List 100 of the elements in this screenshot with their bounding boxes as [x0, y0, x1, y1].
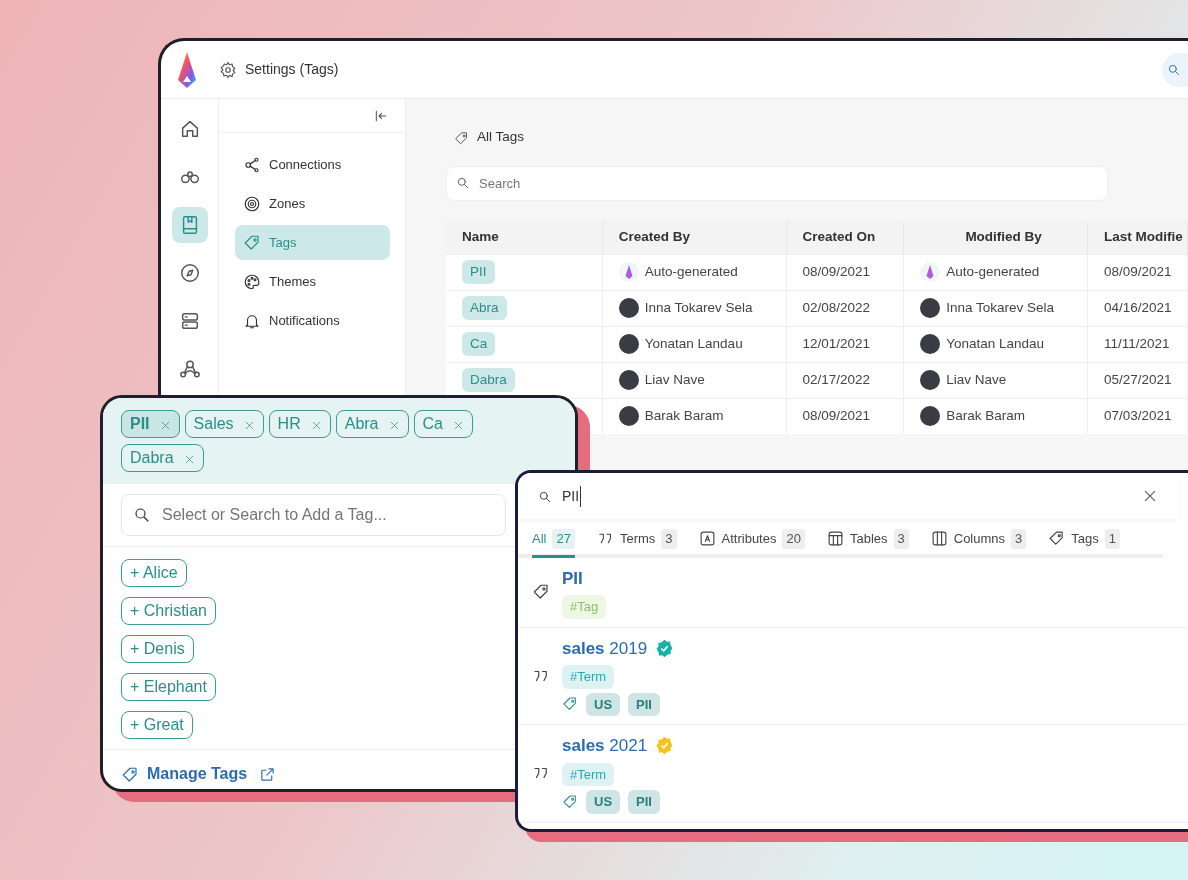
avatar — [618, 406, 639, 427]
tag-chip[interactable]: Sales — [184, 410, 264, 438]
column-header: Name — [446, 221, 603, 254]
tag-chip[interactable]: HR — [268, 410, 331, 438]
date-cell: 11/11/2021 — [1087, 326, 1188, 362]
tag-icon — [562, 696, 578, 713]
search-icon — [538, 489, 552, 504]
tag-chip[interactable]: Abra — [462, 295, 507, 321]
avatar — [920, 370, 941, 391]
person-name: Inna Tokarev Sela — [644, 299, 753, 315]
filter-tab[interactable]: Attributes 20 — [698, 525, 805, 558]
date-cell: 02/17/2022 — [786, 362, 904, 398]
manage-tags-link[interactable]: Manage Tags — [147, 762, 248, 786]
filter-tab[interactable]: Tables 3 — [826, 525, 909, 558]
person-name: Yonatan Landau — [644, 335, 743, 351]
person-name: Liav Nave — [946, 371, 1007, 387]
result-title[interactable]: sales 2021 — [562, 733, 648, 759]
tag-icon — [1048, 530, 1066, 548]
columns-icon — [930, 530, 948, 548]
close-icon — [183, 453, 195, 465]
nav-item[interactable]: Themes — [235, 264, 390, 299]
add-tag-button[interactable]: + Christian — [121, 597, 216, 625]
filter-tab[interactable]: Terms 3 — [596, 525, 677, 558]
result-title[interactable]: PII — [562, 565, 583, 591]
date-cell: 08/09/2021 — [1087, 254, 1188, 290]
add-tag-button[interactable]: + Great — [121, 711, 193, 739]
close-icon — [1142, 488, 1158, 504]
person-name: Inna Tokarev Sela — [946, 299, 1055, 315]
filter-tab[interactable]: Columns 3 — [930, 525, 1027, 558]
person-name: Barak Baram — [946, 408, 1026, 424]
type-label: #Term — [562, 665, 615, 689]
type-label: #Term — [562, 762, 615, 786]
tag-chip[interactable]: PII — [121, 410, 180, 438]
tag-chip[interactable]: PII — [628, 790, 660, 814]
avatar — [618, 334, 639, 355]
close-icon — [310, 419, 322, 431]
nav-item[interactable]: Notifications — [235, 303, 390, 338]
section-heading: All Tags — [477, 128, 525, 147]
add-tag-button[interactable]: + Alice — [121, 559, 187, 587]
avatar — [618, 370, 639, 391]
tag-chip[interactable]: US — [586, 790, 621, 814]
nodes-icon — [243, 155, 261, 174]
search-icon — [456, 176, 470, 190]
nav-item[interactable]: Tags — [235, 225, 390, 260]
search-icon — [133, 506, 151, 524]
query-text: PII — [562, 485, 582, 507]
external-link-icon — [259, 766, 277, 784]
filter-tab[interactable]: Tags 1 — [1048, 525, 1120, 558]
nav-item[interactable]: Connections — [235, 147, 390, 182]
tag-icon — [532, 583, 550, 601]
tag-icon — [121, 765, 139, 784]
logo-icon — [177, 51, 197, 88]
page-title: Settings (Tags) — [245, 60, 339, 79]
palette-icon — [243, 272, 261, 291]
close-icon — [452, 419, 464, 431]
date-cell: 08/09/2021 — [786, 254, 904, 290]
tag-chip[interactable]: PII — [628, 692, 660, 716]
date-cell: 04/16/2021 — [1087, 290, 1188, 326]
nav-item[interactable]: Zones — [235, 186, 390, 221]
settings-icon — [219, 61, 237, 80]
target-icon — [243, 194, 261, 213]
close-icon — [243, 419, 255, 431]
search-field[interactable]: PII — [518, 473, 1178, 519]
tag-search-field[interactable]: Select or Search to Add a Tag... — [121, 494, 506, 536]
person-name: Liav Nave — [644, 371, 705, 387]
add-tag-button[interactable]: + Elephant — [121, 673, 216, 701]
date-cell: 08/09/2021 — [786, 398, 904, 434]
tag-chip[interactable]: Dabra — [462, 367, 515, 393]
tag-chip[interactable]: Abra — [335, 410, 409, 438]
add-tag-button[interactable]: + Denis — [121, 635, 194, 663]
tag-chip[interactable]: US — [586, 692, 621, 716]
avatar — [920, 298, 941, 319]
tag-chip[interactable]: Ca — [462, 331, 496, 357]
compass-icon — [178, 262, 201, 284]
logo-avatar — [920, 262, 941, 283]
search-field[interactable]: Search — [446, 166, 1108, 201]
avatar — [920, 406, 941, 427]
column-header: Created By — [602, 221, 786, 254]
logo-avatar — [618, 262, 639, 283]
close-button[interactable] — [1142, 488, 1158, 504]
type-label: #Tag — [562, 595, 607, 619]
date-cell: 12/01/2021 — [786, 326, 904, 362]
book-icon-button[interactable] — [171, 207, 208, 243]
person-name: Yonatan Landau — [946, 335, 1045, 351]
letter-icon — [698, 530, 716, 548]
tag-icon — [562, 793, 578, 810]
tag-chip[interactable]: Ca — [413, 410, 473, 438]
result-title[interactable]: sales 2019 — [562, 635, 648, 661]
close-icon — [388, 419, 400, 431]
tag-icon — [243, 233, 261, 252]
date-cell: 07/03/2021 — [1087, 398, 1188, 434]
date-cell: 05/27/2021 — [1087, 362, 1188, 398]
date-cell: 02/08/2022 — [786, 290, 904, 326]
filter-tab[interactable]: All 27 — [532, 525, 575, 558]
tag-chip[interactable]: Dabra — [121, 444, 204, 472]
tag-chip[interactable]: PII — [462, 259, 495, 285]
person-name: Auto-generated — [946, 263, 1040, 279]
tag-icon — [454, 130, 469, 146]
column-header: Last Modifie — [1087, 221, 1188, 254]
column-header: Modified By — [903, 221, 1088, 254]
